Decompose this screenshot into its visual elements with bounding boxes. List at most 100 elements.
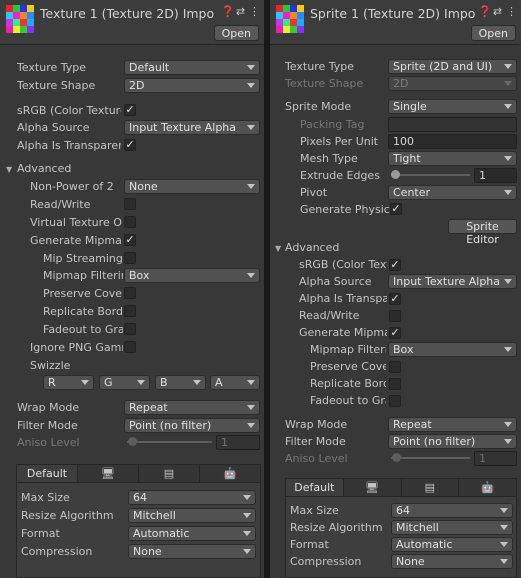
dropdown-arrow-icon	[243, 495, 251, 500]
advanced-foldout[interactable]: Advanced	[285, 241, 339, 254]
srgb-checkbox[interactable]: ✓	[124, 104, 136, 116]
fadeout-checkbox[interactable]	[389, 395, 401, 407]
filter-mode-dropdown[interactable]: Point (no filter)	[388, 434, 517, 449]
aniso-level-field[interactable]: 1	[474, 451, 517, 466]
preserve-coverage-checkbox[interactable]	[389, 361, 401, 373]
tab-android[interactable]: 🤖	[459, 479, 516, 496]
alpha-source-label: Alpha Source	[17, 121, 90, 134]
generate-mipmap-checkbox[interactable]: ✓	[124, 234, 136, 246]
read-write-checkbox[interactable]	[389, 310, 401, 322]
srgb-label: sRGB (Color Textu	[299, 258, 387, 271]
tab-standalone[interactable]: 🖥	[344, 479, 402, 496]
format-label: Format	[21, 527, 60, 540]
pivot-dropdown[interactable]: Center	[388, 185, 517, 200]
swizzle-a-dropdown[interactable]: A	[210, 375, 260, 390]
extrude-edges-slider-knob[interactable]	[391, 170, 400, 179]
tab-android[interactable]: 🤖	[200, 465, 260, 482]
alpha-source-dropdown[interactable]: Input Texture Alpha	[388, 274, 517, 289]
settings-sliders-icon[interactable]: ⇄	[235, 5, 246, 18]
virtual-texture-checkbox[interactable]	[124, 216, 136, 228]
aniso-level-slider-knob[interactable]	[392, 453, 401, 462]
foldout-arrow-icon[interactable]: ▼	[6, 165, 12, 174]
tab-server[interactable]: ▤	[139, 465, 200, 482]
generate-mipmap-checkbox[interactable]: ✓	[389, 327, 401, 339]
alpha-is-transparency-checkbox[interactable]: ✓	[389, 293, 401, 305]
swizzle-r-dropdown[interactable]: R	[43, 375, 94, 390]
pixels-per-unit-field[interactable]: 100	[388, 134, 517, 149]
wrap-mode-dropdown[interactable]: Repeat	[388, 417, 517, 432]
preserve-coverage-checkbox[interactable]	[124, 287, 136, 299]
mesh-type-dropdown[interactable]: Tight	[388, 151, 517, 166]
max-size-dropdown[interactable]: 64	[128, 490, 256, 505]
extrude-edges-slider[interactable]	[391, 174, 470, 176]
alpha-is-transparency-label: Alpha Is Transpare	[299, 292, 387, 305]
non-power-of-2-dropdown[interactable]: None	[124, 179, 260, 194]
texture-type-label: Texture Type	[17, 61, 87, 74]
foldout-arrow-icon[interactable]: ▼	[275, 244, 281, 253]
aniso-level-slider[interactable]	[391, 457, 470, 459]
swizzle-b-dropdown[interactable]: B	[155, 375, 206, 390]
generate-physics-checkbox[interactable]: ✓	[390, 203, 402, 215]
dropdown-arrow-icon	[504, 104, 512, 109]
sprite-mode-dropdown[interactable]: Single	[388, 99, 517, 114]
fadeout-checkbox[interactable]	[124, 323, 136, 335]
alpha-source-dropdown[interactable]: Input Texture Alpha	[124, 120, 260, 135]
swizzle-g-dropdown[interactable]: G	[99, 375, 150, 390]
dropdown-arrow-icon	[504, 81, 512, 86]
packing-tag-label: Packing Tag	[300, 118, 365, 131]
format-dropdown[interactable]: Automatic	[391, 537, 513, 552]
aniso-level-slider[interactable]	[127, 441, 212, 443]
inspector-title: Sprite 1 (Texture 2D) Import Se	[310, 6, 475, 21]
checkmark-icon: ✓	[125, 103, 135, 116]
kebab-menu-icon[interactable]: ⋮	[506, 5, 517, 18]
wrap-mode-dropdown[interactable]: Repeat	[124, 400, 260, 415]
mipmap-filtering-label: Mipmap Filterin	[43, 269, 123, 282]
resize-algorithm-dropdown[interactable]: Mitchell	[128, 508, 256, 523]
format-dropdown[interactable]: Automatic	[128, 526, 256, 541]
kebab-menu-icon[interactable]: ⋮	[249, 5, 260, 18]
texture-thumbnail-icon	[276, 5, 304, 33]
aniso-level-slider-knob[interactable]	[128, 437, 137, 446]
inspector-header: Sprite 1 (Texture 2D) Import Se ❓ ⇄ ⋮ Op…	[270, 0, 521, 45]
read-write-label: Read/Write	[299, 309, 360, 322]
tab-standalone[interactable]: 🖥	[78, 465, 139, 482]
texture-shape-dropdown: 2D	[388, 76, 517, 91]
read-write-checkbox[interactable]	[124, 198, 136, 210]
extrude-edges-field[interactable]: 1	[474, 168, 517, 183]
sprite-editor-button[interactable]: Sprite Editor	[448, 219, 517, 246]
extrude-edges-label: Extrude Edges	[300, 169, 380, 182]
preserve-coverage-label: Preserve Cover	[310, 360, 386, 373]
alpha-is-transparency-checkbox[interactable]: ✓	[124, 139, 136, 151]
android-icon: 🤖	[223, 467, 237, 480]
texture-type-dropdown[interactable]: Default	[124, 60, 260, 75]
help-icon[interactable]: ❓	[221, 5, 235, 18]
aniso-level-label: Aniso Level	[17, 436, 80, 449]
tab-default[interactable]: Default	[286, 479, 344, 496]
aniso-level-field[interactable]: 1	[216, 435, 260, 450]
open-button[interactable]: Open	[470, 25, 516, 41]
dropdown-arrow-icon	[247, 380, 255, 385]
open-button[interactable]: Open	[213, 25, 259, 41]
wrap-mode-label: Wrap Mode	[285, 418, 348, 431]
mipmap-filtering-dropdown[interactable]: Box	[124, 268, 260, 283]
ignore-png-gamma-checkbox[interactable]	[124, 341, 136, 353]
dropdown-arrow-icon	[243, 531, 251, 536]
texture-type-dropdown[interactable]: Sprite (2D and UI)	[388, 59, 517, 74]
advanced-foldout[interactable]: Advanced	[17, 162, 71, 175]
mip-streaming-checkbox[interactable]	[124, 252, 136, 264]
filter-mode-dropdown[interactable]: Point (no filter)	[124, 418, 260, 433]
mipmap-filtering-dropdown[interactable]: Box	[388, 342, 517, 357]
texture-shape-dropdown[interactable]: 2D	[124, 78, 260, 93]
srgb-checkbox[interactable]: ✓	[389, 259, 401, 271]
max-size-dropdown[interactable]: 64	[391, 503, 513, 518]
server-icon: ▤	[424, 481, 436, 494]
compression-dropdown[interactable]: None	[128, 544, 256, 559]
replicate-border-checkbox[interactable]	[124, 305, 136, 317]
tab-default[interactable]: Default	[17, 465, 78, 482]
help-icon[interactable]: ❓	[478, 5, 492, 18]
resize-algorithm-dropdown[interactable]: Mitchell	[391, 520, 513, 535]
compression-dropdown[interactable]: None	[391, 554, 513, 569]
settings-sliders-icon[interactable]: ⇄	[492, 5, 503, 18]
replicate-border-checkbox[interactable]	[389, 378, 401, 390]
tab-server[interactable]: ▤	[402, 479, 460, 496]
